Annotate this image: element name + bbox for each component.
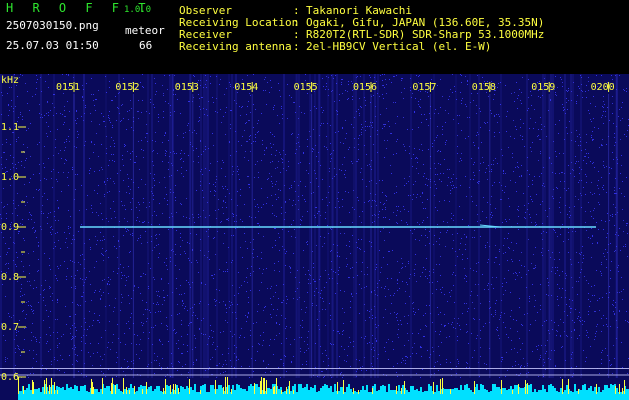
time-tick-label: 0155 — [294, 82, 318, 93]
time-tick-label: 0200 — [591, 82, 615, 93]
time-tick-label: 0156 — [353, 82, 377, 93]
meteor-count: 66 — [139, 39, 153, 52]
spectrogram-plot: kHz 1.1 1.0 0.9 0.8 0.7 0.6 0151 0152 0153 0154 01… — [0, 74, 629, 400]
meteor-label: meteor — [125, 24, 165, 37]
y-tick-label: 0.8 — [1, 272, 19, 283]
y-tick-label: 1.0 — [1, 172, 19, 183]
time-tick-label: 0154 — [234, 82, 258, 93]
y-tick-label: 0.7 — [1, 322, 19, 333]
time-tick-label: 0153 — [175, 82, 199, 93]
header-panel: H R O F F T 1.0.0 2507030150.png 25.07.0… — [0, 0, 629, 74]
info-key-antenna: Receiving antenna — [179, 40, 292, 53]
time-tick-label: 0157 — [412, 82, 436, 93]
noise-floor-band — [18, 394, 629, 400]
date-time: 25.07.03 01:50 — [6, 39, 99, 52]
time-tick-label: 0159 — [531, 82, 555, 93]
spectrogram-svg: kHz 1.1 1.0 0.9 0.8 0.7 0.6 0151 0152 0153 0154 01… — [0, 74, 629, 400]
info-value-antenna: 2el-HB9CV Vertical (el. E-W) — [306, 40, 492, 53]
y-axis-label: kHz — [1, 75, 19, 86]
y-tick-label: 0.9 — [1, 222, 19, 233]
y-tick-label: 0.6 — [1, 372, 19, 383]
y-tick-label: 1.1 — [1, 122, 19, 133]
time-tick-label: 0151 — [56, 82, 80, 93]
file-name: 2507030150.png — [6, 19, 99, 32]
info-colon: : — [293, 40, 300, 53]
app-version: 1.0.0 — [124, 5, 152, 15]
time-tick-label: 0152 — [115, 82, 139, 93]
time-tick-label: 0158 — [472, 82, 496, 93]
